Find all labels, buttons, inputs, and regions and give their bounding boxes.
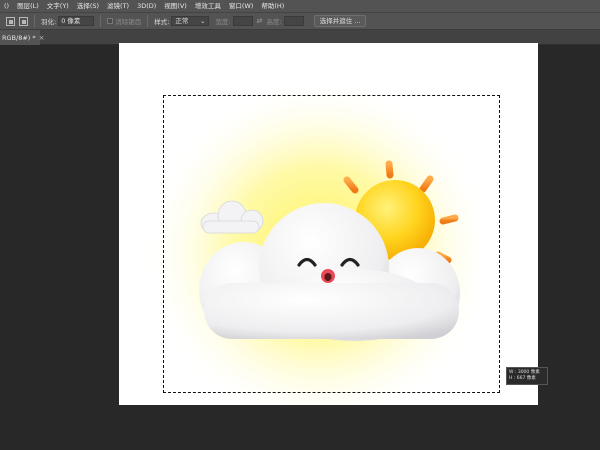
width-input[interactable] [232,16,253,26]
add-to-selection-icon[interactable] [19,16,28,26]
menu-item-select[interactable]: 选择(S) [73,0,103,12]
menu-bar: () 图层(L) 文字(Y) 选择(S) 滤镜(T) 3D(D) 视图(V) 增… [0,0,600,12]
menu-item-layer[interactable]: 图层(L) [13,0,43,12]
menu-item-window[interactable]: 窗口(W) [225,0,258,12]
close-icon[interactable]: × [39,34,45,42]
feather-label: 羽化: [41,18,57,26]
menu-item-type[interactable]: 文字(Y) [43,0,73,12]
tooltip-height: H : 667 像素 [509,376,536,381]
style-label: 样式: [154,18,170,26]
menu-item-plugins[interactable]: 增效工具 [191,0,225,12]
swap-dimensions-icon[interactable]: ⇄ [257,17,263,25]
divider [34,15,35,27]
menu-item-help[interactable]: 帮助(H) [257,0,288,12]
document-tab-title: RGB/8#) * [2,33,36,42]
select-and-mask-button[interactable]: 选择并遮住 ... [313,15,367,27]
width-label: 宽度: [215,18,231,26]
style-select[interactable]: 正常 ⌄ [171,16,210,26]
antialias-label: 消除锯齿 [115,18,142,26]
menu-item-3d[interactable]: 3D(D) [133,0,160,12]
document-tab[interactable]: RGB/8#) * × [0,30,45,45]
height-input[interactable] [283,16,304,26]
feather-input[interactable]: 0 像素 [58,16,95,26]
tool-options-bar: 羽化: 0 像素 消除锯齿 样式: 正常 ⌄ 宽度: ⇄ 高度: 选择并遮住 .… [0,12,600,30]
divider [100,15,102,27]
antialias-checkbox[interactable] [107,18,114,24]
menu-item-filter[interactable]: 滤镜(T) [103,0,133,12]
dimension-tooltip: W : 3000 像素 H : 667 像素 [506,367,548,385]
menu-item-edit[interactable]: () [0,0,13,12]
menu-item-view[interactable]: 视图(V) [160,0,191,12]
new-selection-icon[interactable] [6,16,15,26]
height-label: 高度: [266,18,282,26]
divider [147,15,149,27]
selection-marquee[interactable] [163,95,500,393]
style-value: 正常 [175,17,189,25]
chevron-down-icon: ⌄ [199,17,206,25]
